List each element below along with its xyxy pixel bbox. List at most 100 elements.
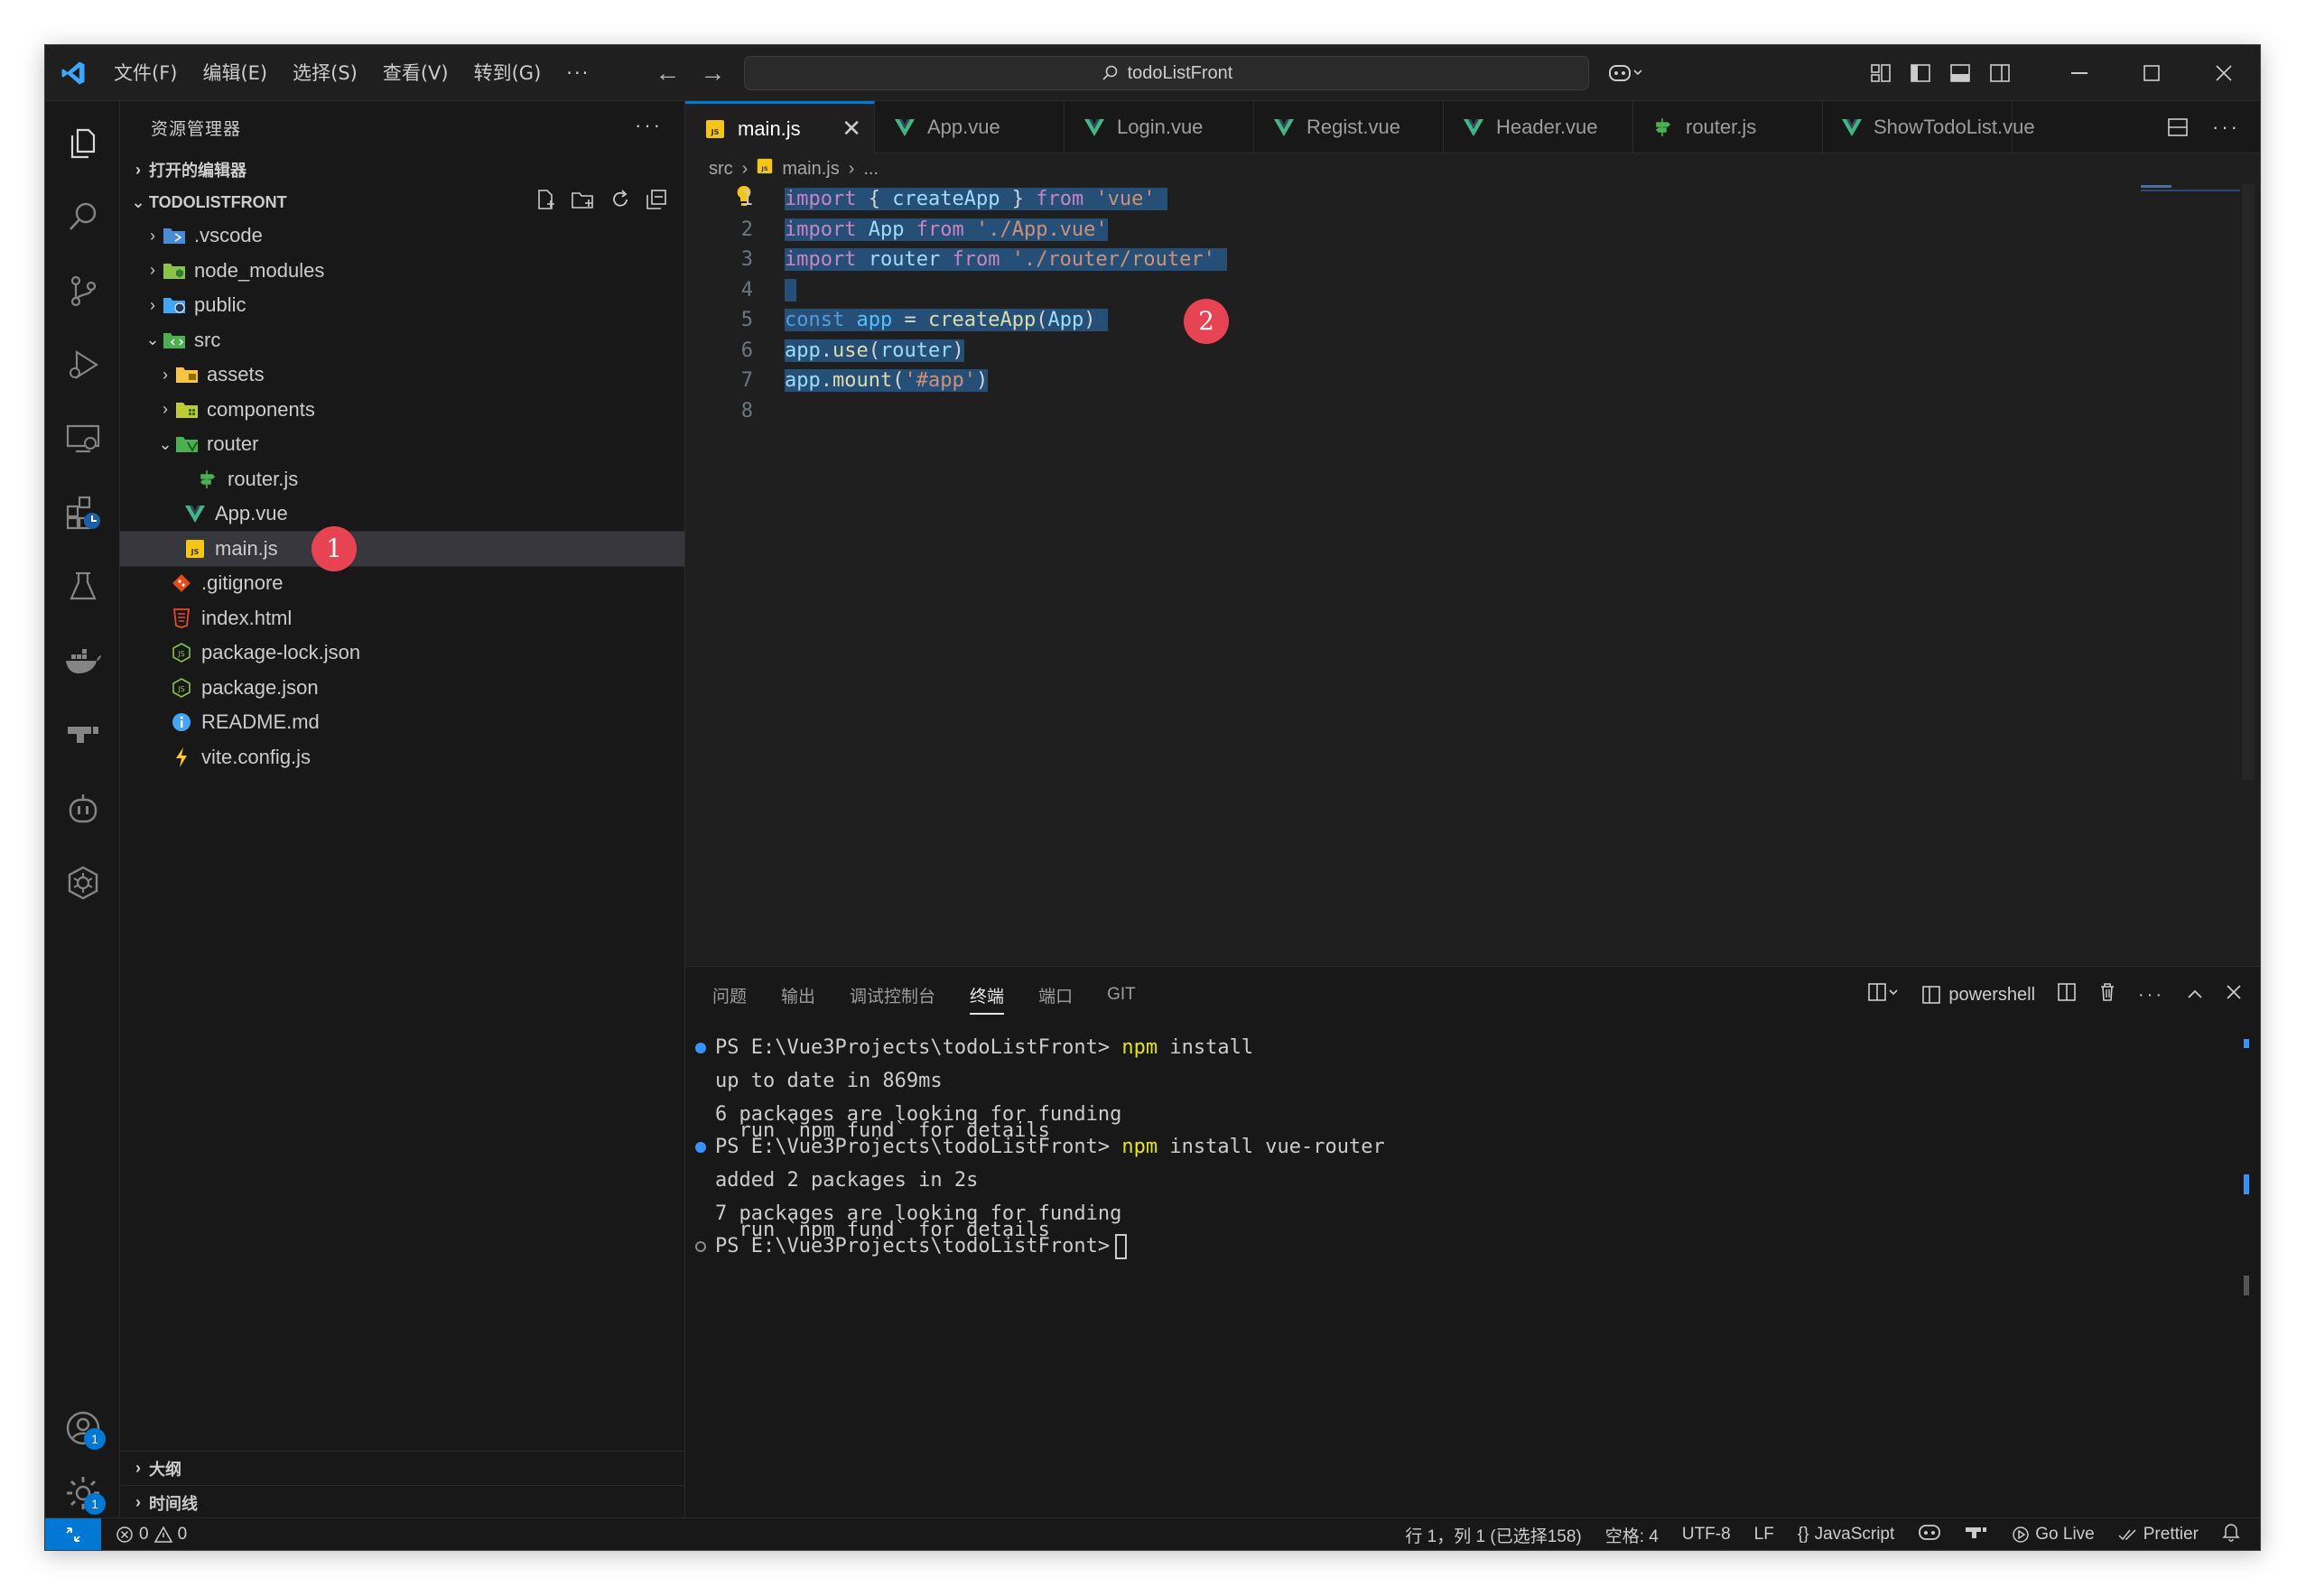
problems-status[interactable]: 0 0 <box>116 1525 187 1545</box>
command-center[interactable]: todoListFront <box>744 56 1589 90</box>
tab-output[interactable]: 输出 <box>781 983 815 1007</box>
gitlens-icon[interactable] <box>45 702 120 767</box>
copilot-chat-icon[interactable] <box>45 776 120 841</box>
menu-go[interactable]: 转到(G) <box>461 55 554 91</box>
indentation[interactable]: 空格: 4 <box>1605 1523 1659 1547</box>
remote-indicator-icon[interactable] <box>45 1517 101 1550</box>
copilot-icon[interactable] <box>1605 53 1645 93</box>
minimize-icon[interactable] <box>2043 45 2115 101</box>
minimap[interactable] <box>2141 184 2240 195</box>
outline-section[interactable]: › 大纲 <box>120 1451 684 1485</box>
tree-item-readme[interactable]: README.md <box>120 705 684 740</box>
menu-selection[interactable]: 选择(S) <box>280 55 370 91</box>
tab-problems[interactable]: 问题 <box>712 983 747 1007</box>
tab-git[interactable]: GIT <box>1107 985 1136 1005</box>
chevron-right-icon: › <box>135 1493 141 1511</box>
menu-file[interactable]: 文件(F) <box>101 55 190 91</box>
tab-main-js[interactable]: JS main.js ✕ <box>685 101 875 153</box>
maximize-icon[interactable] <box>2115 45 2188 101</box>
timeline-section[interactable]: › 时间线 <box>120 1485 684 1519</box>
explorer-more-icon[interactable]: ··· <box>635 114 663 137</box>
tree-item-router[interactable]: ⌄ router <box>120 427 684 462</box>
split-editor-icon[interactable] <box>2167 117 2189 137</box>
language-mode[interactable]: {} JavaScript <box>1798 1525 1894 1545</box>
project-section[interactable]: ⌄ TODOLISTFRONT <box>120 186 684 218</box>
toggle-panel-icon[interactable] <box>1940 53 1980 93</box>
collapse-all-icon[interactable] <box>645 188 668 211</box>
search-activity-icon[interactable] <box>45 184 120 249</box>
close-tab-icon[interactable]: ✕ <box>842 115 861 143</box>
command-success-decoration[interactable] <box>695 1142 706 1153</box>
testing-icon[interactable] <box>45 554 120 619</box>
customize-layout-icon[interactable] <box>1861 53 1901 93</box>
tree-item-vscode[interactable]: › .vscode <box>120 218 684 254</box>
tab-header-vue[interactable]: Header.vue <box>1444 101 1633 153</box>
split-terminal-icon[interactable] <box>2057 982 2077 1007</box>
gitlens-status-icon[interactable] <box>1965 1523 1988 1546</box>
command-success-decoration[interactable] <box>695 1043 706 1053</box>
breadcrumb-symbol[interactable]: ... <box>863 159 879 180</box>
copilot-status-icon[interactable] <box>1918 1523 1941 1546</box>
terminal[interactable]: PS E:\Vue3Projects\todoListFront> npm in… <box>685 1023 2260 1520</box>
menu-view[interactable]: 查看(V) <box>370 55 461 91</box>
tree-item-index-html[interactable]: index.html <box>120 601 684 636</box>
open-editors-section[interactable]: › 打开的编辑器 <box>120 153 684 186</box>
refresh-icon[interactable] <box>609 188 632 211</box>
new-folder-icon[interactable] <box>571 188 596 211</box>
terminal-instance[interactable]: powershell <box>1921 985 2035 1006</box>
tab-ports[interactable]: 端口 <box>1038 983 1073 1007</box>
toggle-secondary-sidebar-icon[interactable] <box>1980 53 2020 93</box>
extensions-icon[interactable] <box>45 480 120 545</box>
go-live-button[interactable]: Go Live <box>2012 1525 2095 1545</box>
breadcrumb-file[interactable]: main.js <box>782 159 839 180</box>
run-debug-icon[interactable] <box>45 332 120 397</box>
tree-item-node-modules[interactable]: › node_modules <box>120 254 684 289</box>
panel-more-icon[interactable]: ··· <box>2138 985 2164 1006</box>
tree-item-router-js[interactable]: router.js <box>120 462 684 497</box>
breadcrumb-folder[interactable]: src <box>709 159 733 180</box>
docker-icon[interactable] <box>45 628 120 693</box>
encoding[interactable]: UTF-8 <box>1682 1525 1731 1545</box>
tree-item-vite-config[interactable]: vite.config.js <box>120 740 684 775</box>
remote-explorer-icon[interactable] <box>45 406 120 471</box>
tree-item-components[interactable]: › components <box>120 393 684 428</box>
tab-debug-console[interactable]: 调试控制台 <box>850 983 935 1007</box>
tree-item-main-js[interactable]: JS main.js 1 <box>119 525 685 571</box>
tab-login-vue[interactable]: Login.vue <box>1065 101 1254 153</box>
tree-item-public[interactable]: › public <box>120 288 684 323</box>
maximize-panel-icon[interactable] <box>2186 985 2204 1006</box>
back-arrow-icon[interactable]: ← <box>655 59 680 88</box>
tree-item-gitignore[interactable]: .gitignore <box>120 566 684 601</box>
end-of-line[interactable]: LF <box>1754 1525 1774 1545</box>
close-window-icon[interactable] <box>2188 45 2260 101</box>
prettier-status[interactable]: Prettier <box>2118 1525 2199 1545</box>
manage-gear-icon[interactable]: 1 <box>45 1461 120 1526</box>
editor-scrollbar[interactable] <box>2242 184 2255 780</box>
menu-more[interactable]: ··· <box>553 55 602 91</box>
source-control-icon[interactable] <box>45 258 120 323</box>
tree-item-app-vue[interactable]: App.vue <box>120 496 684 532</box>
tree-item-assets[interactable]: › assets <box>120 357 684 393</box>
menu-edit[interactable]: 编辑(E) <box>190 55 280 91</box>
new-terminal-split-icon[interactable] <box>1867 982 1900 1007</box>
editor-more-icon[interactable]: ··· <box>2212 116 2240 139</box>
tab-showtodolist-vue[interactable]: ShowTodoList.vue <box>1823 101 2035 153</box>
tree-item-package-lock[interactable]: JS package-lock.json <box>120 636 684 671</box>
new-file-icon[interactable] <box>535 188 558 211</box>
tab-router-js[interactable]: router.js <box>1633 101 1823 153</box>
trash-icon[interactable] <box>2098 982 2116 1007</box>
toggle-sidebar-icon[interactable] <box>1901 53 1940 93</box>
kubernetes-icon[interactable] <box>45 850 120 915</box>
tab-regist-vue[interactable]: Regist.vue <box>1254 101 1444 153</box>
code-editor[interactable]: 1 import { createApp } from 'vue' 2 impo… <box>685 184 2260 966</box>
notifications-bell-icon[interactable] <box>2222 1522 2240 1547</box>
tab-terminal[interactable]: 终端 <box>970 983 1005 1015</box>
tree-item-src[interactable]: ⌄ src <box>120 323 684 358</box>
tab-app-vue[interactable]: App.vue <box>875 101 1065 153</box>
accounts-icon[interactable]: 1 <box>45 1396 120 1461</box>
explorer-icon[interactable] <box>45 110 120 175</box>
cursor-position[interactable]: 行 1，列 1 (已选择158) <box>1405 1523 1581 1547</box>
close-panel-icon[interactable] <box>2226 984 2242 1006</box>
forward-arrow-icon[interactable]: → <box>700 59 725 88</box>
tree-item-package-json[interactable]: JS package.json <box>120 671 684 706</box>
